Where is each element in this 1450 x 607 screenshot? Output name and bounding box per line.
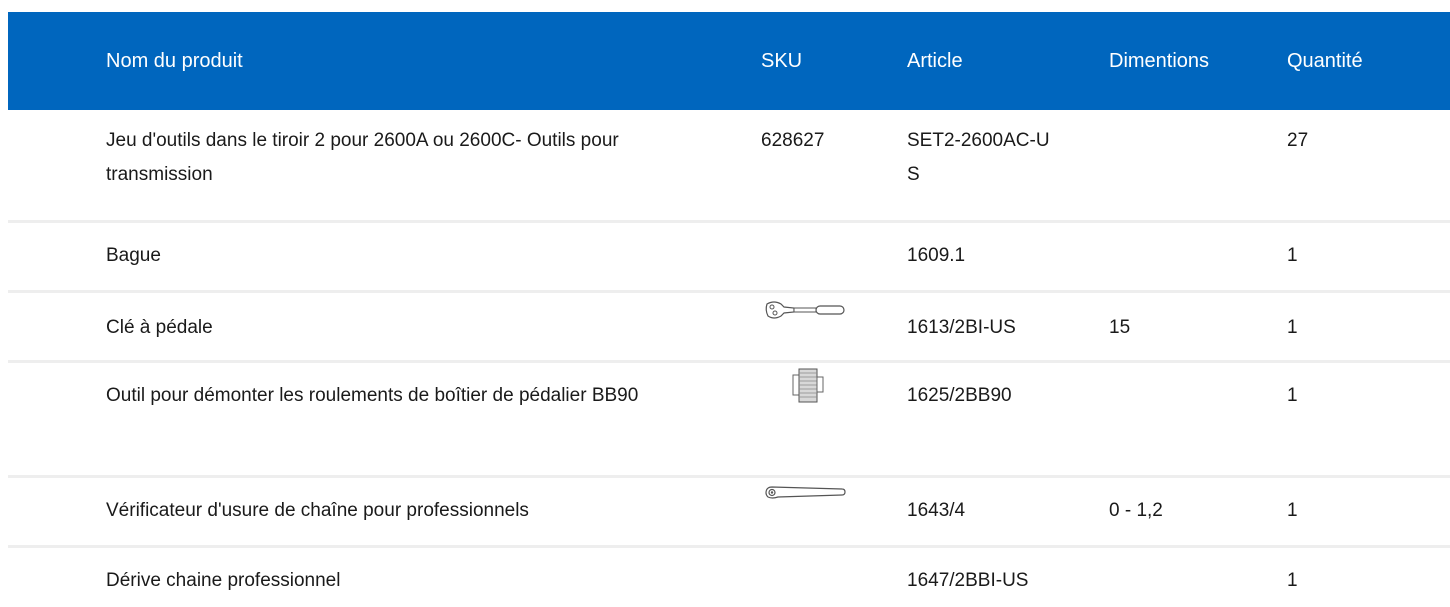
header-article[interactable]: Article xyxy=(907,12,1109,110)
article-value: 1643/4 xyxy=(907,499,966,521)
product-name[interactable]: Clé à pédale xyxy=(106,311,726,345)
header-name[interactable]: Nom du produit xyxy=(8,12,761,110)
dimensions-value: 15 xyxy=(1109,316,1131,338)
cell-name: Outil pour démonter les roulements de bo… xyxy=(8,359,761,476)
table-row: Vérificateur d'usure de chaîne pour prof… xyxy=(8,474,1450,546)
table-row: Dérive chaine professionnel 1647/2BBI-US… xyxy=(8,544,1450,606)
table-row: Clé à pédale 1613/2BI-US 15 1 xyxy=(8,289,1450,361)
quantity-value: 1 xyxy=(1287,499,1298,521)
quantity-value: 27 xyxy=(1287,130,1309,151)
cell-sku: 628627 xyxy=(761,110,907,221)
cell-quantity: 1 xyxy=(1287,544,1450,606)
cell-sku xyxy=(761,474,907,546)
article-value: 1613/2BI-US xyxy=(907,316,1016,338)
article-value: 1647/2BBI-US xyxy=(907,569,1029,591)
table-row: Bague 1609.1 1 xyxy=(8,219,1450,291)
header-sku[interactable]: SKU xyxy=(761,12,907,110)
cell-name: Clé à pédale xyxy=(8,289,761,361)
cell-article: 1609.1 xyxy=(907,219,1109,291)
cell-quantity: 1 xyxy=(1287,289,1450,361)
dimensions-value: 0 - 1,2 xyxy=(1109,499,1163,521)
cell-dimensions xyxy=(1109,219,1287,291)
table-row: Outil pour démonter les roulements de bo… xyxy=(8,359,1450,476)
sku-value: 628627 xyxy=(761,130,825,151)
cell-dimensions: 0 - 1,2 xyxy=(1109,474,1287,546)
product-name[interactable]: Vérificateur d'usure de chaîne pour prof… xyxy=(106,494,726,528)
cell-dimensions xyxy=(1109,544,1287,606)
cell-dimensions xyxy=(1109,359,1287,476)
cell-article: SET2-2600AC-US xyxy=(907,110,1109,221)
product-table: Nom du produit SKU Article Dimentions Qu… xyxy=(8,12,1450,606)
cell-sku xyxy=(761,359,907,476)
cell-quantity: 1 xyxy=(1287,359,1450,476)
cell-dimensions: 15 xyxy=(1109,289,1287,361)
quantity-value: 1 xyxy=(1287,569,1298,591)
header-dimensions[interactable]: Dimentions xyxy=(1109,12,1287,110)
cell-article: 1625/2BB90 xyxy=(907,359,1109,476)
quantity-value: 1 xyxy=(1287,316,1298,338)
cell-sku xyxy=(761,544,907,606)
quantity-value: 1 xyxy=(1287,244,1298,266)
chain-checker-icon xyxy=(761,485,907,528)
cell-name: Bague xyxy=(8,219,761,291)
header-quantity[interactable]: Quantité xyxy=(1287,12,1450,110)
cell-name: Vérificateur d'usure de chaîne pour prof… xyxy=(8,474,761,546)
table-header-row: Nom du produit SKU Article Dimentions Qu… xyxy=(8,12,1450,110)
product-name[interactable]: Jeu d'outils dans le tiroir 2 pour 2600A… xyxy=(106,124,726,192)
article-value: SET2-2600AC-US xyxy=(907,130,1050,185)
pedal-wrench-icon xyxy=(761,300,907,345)
cell-quantity: 27 xyxy=(1287,110,1450,221)
cell-quantity: 1 xyxy=(1287,474,1450,546)
cell-article: 1613/2BI-US xyxy=(907,289,1109,361)
table-row: Jeu d'outils dans le tiroir 2 pour 2600A… xyxy=(8,110,1450,221)
cell-article: 1643/4 xyxy=(907,474,1109,546)
cell-name: Dérive chaine professionnel xyxy=(8,544,761,606)
product-name[interactable]: Dérive chaine professionnel xyxy=(106,564,726,598)
cell-article: 1647/2BBI-US xyxy=(907,544,1109,606)
cell-dimensions xyxy=(1109,110,1287,221)
cell-quantity: 1 xyxy=(1287,219,1450,291)
cell-name: Jeu d'outils dans le tiroir 2 pour 2600A… xyxy=(8,110,761,221)
product-name[interactable]: Outil pour démonter les roulements de bo… xyxy=(106,379,726,413)
product-table-container: Nom du produit SKU Article Dimentions Qu… xyxy=(0,0,1450,607)
bottom-bracket-tool-icon xyxy=(761,368,907,413)
article-value: 1625/2BB90 xyxy=(907,384,1012,406)
article-value: 1609.1 xyxy=(907,244,966,266)
cell-sku xyxy=(761,289,907,361)
product-name[interactable]: Bague xyxy=(106,239,726,273)
quantity-value: 1 xyxy=(1287,384,1298,406)
cell-sku xyxy=(761,219,907,291)
